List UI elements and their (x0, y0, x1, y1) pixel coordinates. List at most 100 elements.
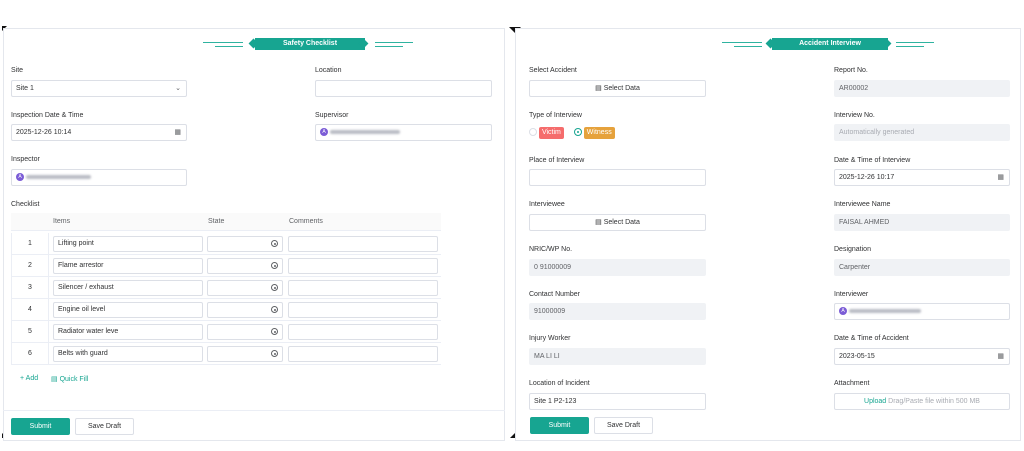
header-line (203, 42, 243, 43)
injury-worker-field: MA LI LI (529, 348, 706, 365)
victim-tag[interactable]: Victim (538, 127, 564, 139)
site-select[interactable]: Site 1 ⌄ (11, 80, 187, 97)
item-input[interactable]: Flame arrestor (53, 258, 203, 274)
interview-datetime-value: 2025-12-26 10:17 (839, 174, 895, 181)
interviewee-name-label: Interviewee Name (834, 201, 891, 208)
item-input[interactable]: Belts with guard (53, 346, 203, 362)
header-line (896, 46, 924, 47)
supervisor-label: Supervisor (315, 112, 349, 119)
item-input[interactable]: Silencer / exhaust (53, 280, 203, 296)
header-line (375, 42, 413, 43)
inspection-datetime-value: 2025-12-26 10:14 (16, 129, 72, 136)
victim-radio[interactable] (529, 128, 537, 137)
interview-no-field: Automatically generated (834, 124, 1010, 141)
supervisor-field[interactable]: A (315, 124, 492, 141)
avatar: A (16, 173, 24, 182)
blurred-name (849, 309, 921, 314)
save-draft-button[interactable]: Save Draft (75, 418, 134, 435)
item-input[interactable]: Engine oil level (53, 302, 203, 318)
inspection-datetime-input[interactable]: 2025-12-26 10:14 ▦ (11, 124, 187, 141)
report-no-field: AR00002 (834, 80, 1010, 97)
item-input[interactable]: Lifting point (53, 236, 203, 252)
comment-input[interactable] (288, 236, 438, 252)
state-select[interactable] (207, 258, 283, 274)
header-line (722, 42, 762, 43)
inspection-datetime-label: Inspection Date & Time (11, 112, 84, 119)
select-data-label: Select Data (603, 219, 640, 226)
designation-label: Designation (834, 246, 871, 253)
contact-number-label: Contact Number (529, 291, 580, 298)
table-header (11, 213, 441, 231)
interview-type-radio-group: Victim Witness (529, 127, 615, 139)
calendar-icon: ▦ (174, 129, 181, 136)
state-select[interactable] (207, 302, 283, 318)
avatar: A (839, 307, 847, 316)
comment-input[interactable] (288, 258, 438, 274)
item-input[interactable]: Radiator water leve (53, 324, 203, 340)
interviewer-label: Interviewer (834, 291, 869, 298)
header-line (734, 46, 762, 47)
witness-tag[interactable]: Witness (583, 127, 615, 139)
inspector-field[interactable]: A (11, 169, 187, 186)
upload-dropzone[interactable]: Upload Drag/Paste file within 500 MB (834, 393, 1010, 410)
comment-input[interactable] (288, 346, 438, 362)
comment-input[interactable] (288, 302, 438, 318)
select-accident-label: Select Accident (529, 67, 577, 74)
submit-button[interactable]: Submit (530, 417, 589, 434)
comment-input[interactable] (288, 280, 438, 296)
witness-radio[interactable] (573, 128, 582, 137)
contact-number-field: 91000009 (529, 303, 706, 320)
add-row-button[interactable]: + Add (20, 375, 38, 382)
submit-button[interactable]: Submit (11, 418, 70, 435)
site-value: Site 1 (16, 85, 34, 92)
select-interviewee-button[interactable]: ▤ Select Data (529, 214, 706, 231)
table-row: 4 Engine oil level (11, 299, 441, 321)
comment-input[interactable] (288, 324, 438, 340)
designation-field: Carpenter (834, 259, 1010, 276)
state-select[interactable] (207, 324, 283, 340)
row-number: 2 (11, 255, 49, 277)
location-of-incident-input[interactable]: Site 1 P2-123 (529, 393, 706, 410)
header-line (215, 46, 243, 47)
row-number: 3 (11, 277, 49, 299)
state-select[interactable] (207, 346, 283, 362)
table-row: 6 Belts with guard (11, 343, 441, 365)
radio-icon (271, 328, 278, 335)
table-row: 3 Silencer / exhaust (11, 277, 441, 299)
row-number: 1 (11, 233, 49, 255)
select-data-label: Select Data (603, 85, 640, 92)
database-icon: ▤ (595, 85, 602, 92)
place-of-interview-input[interactable] (529, 169, 706, 186)
row-number: 5 (11, 321, 49, 343)
upload-link[interactable]: Upload (864, 398, 886, 405)
radio-icon (271, 240, 278, 247)
interviewee-label: Interviewee (529, 201, 565, 208)
accident-datetime-input[interactable]: 2023-05-15 ▦ (834, 348, 1010, 365)
accident-datetime-value: 2023-05-15 (839, 353, 875, 360)
footer-divider (3, 410, 505, 411)
quick-fill-button[interactable]: ▤ Quick Fill (51, 375, 88, 383)
radio-icon (271, 306, 278, 313)
table-row: 1 Lifting point (11, 233, 441, 255)
interviewer-field[interactable]: A (834, 303, 1010, 320)
blurred-name (26, 175, 91, 180)
quick-fill-label: Quick Fill (59, 376, 89, 383)
column-header-comments: Comments (289, 218, 323, 225)
blurred-name (330, 130, 400, 135)
select-accident-button[interactable]: ▤ Select Data (529, 80, 706, 97)
state-select[interactable] (207, 236, 283, 252)
location-input[interactable] (315, 80, 492, 97)
interview-datetime-input[interactable]: 2025-12-26 10:17 ▦ (834, 169, 1010, 186)
save-draft-button[interactable]: Save Draft (594, 417, 653, 434)
attachment-label: Attachment (834, 380, 870, 387)
row-number: 4 (11, 299, 49, 321)
state-select[interactable] (207, 280, 283, 296)
interviewee-name-field: FAISAL AHMED (834, 214, 1010, 231)
nric-field: 0 91000009 (529, 259, 706, 276)
location-of-incident-label: Location of Incident (529, 380, 590, 387)
location-label: Location (315, 67, 342, 74)
column-header-items: Items (53, 218, 71, 225)
checklist-label: Checklist (11, 201, 40, 208)
upload-hint: Drag/Paste file within 500 MB (888, 398, 980, 405)
chevron-down-icon: ⌄ (175, 85, 181, 92)
